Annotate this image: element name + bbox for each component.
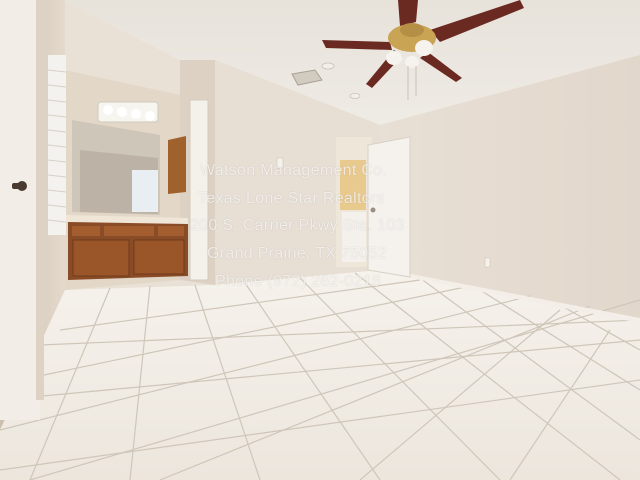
room-illustration (0, 0, 640, 480)
door-handle (12, 183, 26, 189)
wall-cabinet (168, 136, 186, 194)
watermark-company: Watson Management Co. (200, 162, 388, 179)
fan-light-globe (386, 51, 402, 65)
door-knob (370, 207, 376, 213)
cabinet-drawer (104, 226, 154, 236)
smoke-detector (321, 62, 335, 70)
watermark-brokerage: Texas Lone Star Realtors (198, 190, 385, 207)
watermark-address: 200 S. Carrier Pkwy Ste. 103 (190, 217, 405, 234)
mirror-reflected-window (132, 170, 158, 212)
cabinet-drawer (158, 226, 184, 236)
ceiling-fixture (349, 93, 361, 99)
watermark-phone: Phone (972) 262-0218 (215, 273, 382, 290)
cabinet-door (72, 239, 130, 277)
left-door-frame (36, 0, 44, 400)
light-bulb (131, 109, 141, 119)
fan-mount (400, 23, 424, 37)
watermark-city: Grand Prairie, TX 75052 (207, 245, 388, 262)
light-bulb (103, 105, 113, 115)
light-bulb (117, 107, 127, 117)
fan-blade (398, 0, 418, 26)
light-bulb (145, 111, 155, 121)
left-door (0, 0, 40, 420)
room-photo: Watson Management Co. Texas Lone Star Re… (0, 0, 640, 480)
fan-light-globe (405, 56, 419, 68)
cabinet-drawer (72, 226, 100, 236)
cabinet-door (133, 239, 185, 275)
fan-light-globe (415, 40, 433, 56)
